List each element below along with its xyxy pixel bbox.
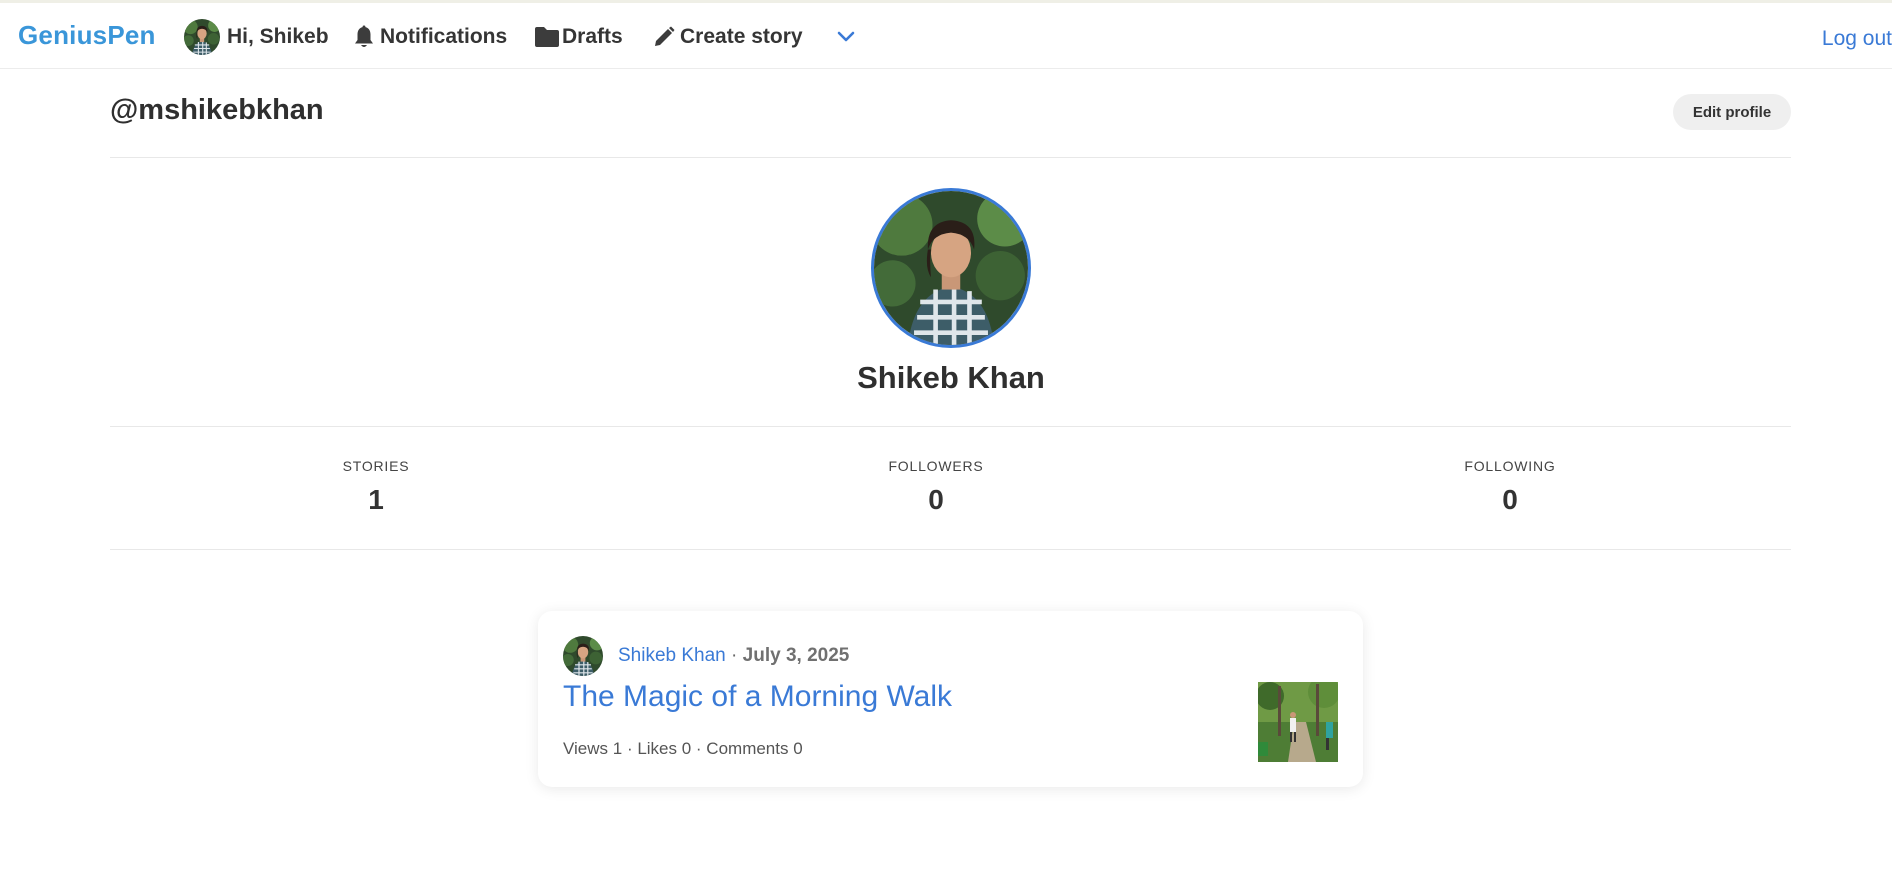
nav-drafts[interactable]: Drafts bbox=[534, 17, 623, 57]
avatar bbox=[184, 19, 220, 55]
greeting-label: Hi, Shikeb bbox=[227, 25, 329, 48]
drafts-label: Drafts bbox=[562, 25, 623, 48]
profile-name: Shikeb Khan bbox=[857, 360, 1045, 395]
nav-create-story[interactable]: Create story bbox=[653, 17, 803, 57]
pencil-icon bbox=[653, 26, 675, 48]
top-nav: GeniusPen Hi, Shikeb Notifications Draft… bbox=[0, 3, 1892, 69]
story-date: July 3, 2025 bbox=[742, 645, 850, 666]
notifications-label: Notifications bbox=[380, 25, 508, 48]
logout-link[interactable]: Log out bbox=[1822, 27, 1892, 51]
nav-profile-link[interactable]: Hi, Shikeb bbox=[184, 17, 329, 57]
stat-followers[interactable]: FOLLOWERS 0 bbox=[836, 458, 1036, 516]
meta-separator: · bbox=[725, 645, 743, 666]
stat-label: FOLLOWERS bbox=[888, 458, 984, 474]
divider bbox=[110, 426, 1791, 427]
stat-value: 0 bbox=[1502, 484, 1518, 515]
stat-value: 1 bbox=[368, 484, 384, 515]
edit-profile-button[interactable]: Edit profile bbox=[1673, 94, 1791, 130]
bell-icon bbox=[353, 25, 375, 49]
logo-link[interactable]: GeniusPen bbox=[18, 20, 156, 51]
divider bbox=[110, 157, 1791, 158]
nav-notifications[interactable]: Notifications bbox=[353, 17, 507, 57]
stat-value: 0 bbox=[928, 484, 944, 515]
story-thumbnail[interactable] bbox=[1258, 682, 1338, 762]
stat-following[interactable]: FOLLOWING 0 bbox=[1410, 458, 1610, 516]
chevron-down-icon[interactable] bbox=[834, 25, 858, 49]
profile-avatar bbox=[871, 188, 1031, 348]
story-stats: Views 1 · Likes 0 · Comments 0 bbox=[563, 739, 803, 758]
stat-label: FOLLOWING bbox=[1464, 458, 1556, 474]
divider bbox=[110, 549, 1791, 550]
profile-handle: @mshikebkhan bbox=[110, 94, 324, 126]
create-story-label: Create story bbox=[680, 25, 803, 48]
folder-icon bbox=[534, 26, 560, 48]
story-meta: Shikeb Khan · July 3, 2025 bbox=[618, 645, 849, 667]
stat-label: STORIES bbox=[342, 458, 410, 474]
story-title-link[interactable]: The Magic of a Morning Walk bbox=[563, 680, 952, 714]
author-avatar[interactable] bbox=[563, 636, 603, 676]
story-author-link[interactable]: Shikeb Khan bbox=[618, 645, 726, 666]
story-card[interactable]: Shikeb Khan · July 3, 2025 The Magic of … bbox=[538, 611, 1363, 787]
stat-stories[interactable]: STORIES 1 bbox=[276, 458, 476, 516]
